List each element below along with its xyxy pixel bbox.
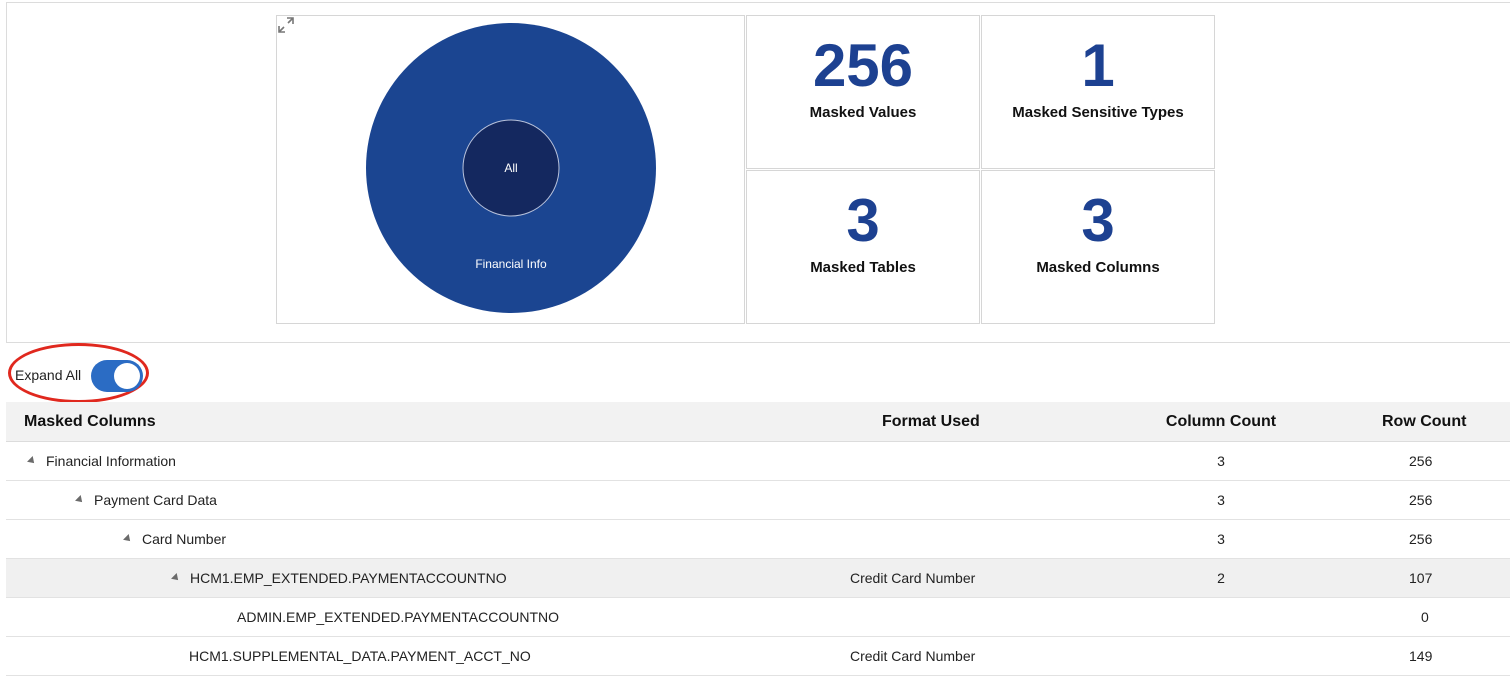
- masked-columns-tile: 3 Masked Columns: [981, 170, 1215, 324]
- row-column-count: [1060, 597, 1382, 637]
- table-row[interactable]: HCM1.SUPPLEMENTAL_DATA.PAYMENT_ACCT_NO C…: [6, 636, 1510, 676]
- row-name: Payment Card Data: [94, 492, 217, 508]
- expand-all-control: Expand All: [8, 343, 153, 405]
- masked-tables-tile: 3 Masked Tables: [746, 170, 980, 324]
- triangle-expanded-icon[interactable]: [75, 495, 85, 505]
- triangle-expanded-icon[interactable]: [27, 456, 37, 466]
- header-row-count[interactable]: Row Count: [1382, 402, 1510, 442]
- header-masked-columns[interactable]: Masked Columns: [6, 402, 844, 442]
- row-name: HCM1.SUPPLEMENTAL_DATA.PAYMENT_ACCT_NO: [189, 648, 531, 664]
- row-name: Card Number: [142, 531, 227, 547]
- row-row-count: 256: [1382, 480, 1510, 520]
- row-row-count: 149: [1382, 636, 1510, 676]
- row-column-count: [1060, 636, 1382, 676]
- masked-sensitive-types-label: Masked Sensitive Types: [1012, 104, 1184, 121]
- triangle-expanded-icon[interactable]: [171, 573, 181, 583]
- row-format: [844, 519, 1060, 559]
- row-row-count: 256: [1382, 519, 1510, 559]
- triangle-expanded-icon[interactable]: [123, 534, 133, 544]
- sunburst-outer-label: Financial Info: [475, 257, 547, 271]
- row-column-count: 2: [1060, 558, 1382, 598]
- masked-tables-count: 3: [846, 187, 880, 254]
- masking-report-page: All Financial Info 256 Masked Values 1 M…: [0, 0, 1510, 679]
- header-column-count[interactable]: Column Count: [1060, 402, 1382, 442]
- row-format: [844, 480, 1060, 520]
- row-format: Credit Card Number: [844, 558, 1060, 598]
- toggle-knob: [114, 363, 140, 389]
- masked-columns-table: Masked Columns Format Used Column Count …: [6, 402, 1510, 676]
- masked-values-label: Masked Values: [809, 104, 917, 121]
- masked-values-count: 256: [812, 32, 914, 99]
- masked-values-tile: 256 Masked Values: [746, 15, 980, 169]
- row-column-count: 3: [1060, 480, 1382, 520]
- table-header-row: Masked Columns Format Used Column Count …: [6, 402, 1510, 442]
- row-row-count: 107: [1382, 558, 1510, 598]
- row-column-count: 3: [1060, 519, 1382, 559]
- table-row[interactable]: HCM1.EMP_EXTENDED.PAYMENTACCOUNTNO Credi…: [6, 558, 1510, 598]
- expand-all-toggle[interactable]: [91, 360, 143, 392]
- expand-all-label: Expand All: [15, 367, 82, 383]
- expand-diagonal-icon[interactable]: [277, 16, 295, 34]
- masked-columns-label: Masked Columns: [1036, 259, 1160, 276]
- row-name: HCM1.EMP_EXTENDED.PAYMENTACCOUNTNO: [190, 570, 507, 586]
- row-name: ADMIN.EMP_EXTENDED.PAYMENTACCOUNTNO: [237, 609, 560, 625]
- sunburst-chart: All Financial Info: [366, 23, 656, 313]
- row-format: [844, 597, 1060, 637]
- sunburst-inner-label: All: [504, 161, 517, 175]
- masked-sensitive-types-count: 1: [1081, 32, 1115, 99]
- row-row-count: 256: [1382, 441, 1510, 481]
- sunburst-chart-card: All Financial Info: [276, 15, 745, 324]
- table-row[interactable]: Payment Card Data 3 256: [6, 480, 1510, 520]
- row-column-count: 3: [1060, 441, 1382, 481]
- table-row[interactable]: Financial Information 3 256: [6, 441, 1510, 481]
- table-row[interactable]: Card Number 3 256: [6, 519, 1510, 559]
- table-row[interactable]: ADMIN.EMP_EXTENDED.PAYMENTACCOUNTNO 0: [6, 597, 1510, 637]
- masked-sensitive-types-tile: 1 Masked Sensitive Types: [981, 15, 1215, 169]
- row-format: [844, 441, 1060, 481]
- row-name: Financial Information: [46, 453, 176, 469]
- header-format-used[interactable]: Format Used: [844, 402, 1060, 442]
- row-row-count: 0: [1382, 597, 1510, 637]
- row-format: Credit Card Number: [844, 636, 1060, 676]
- masked-columns-count: 3: [1081, 187, 1115, 254]
- masked-tables-label: Masked Tables: [810, 259, 916, 276]
